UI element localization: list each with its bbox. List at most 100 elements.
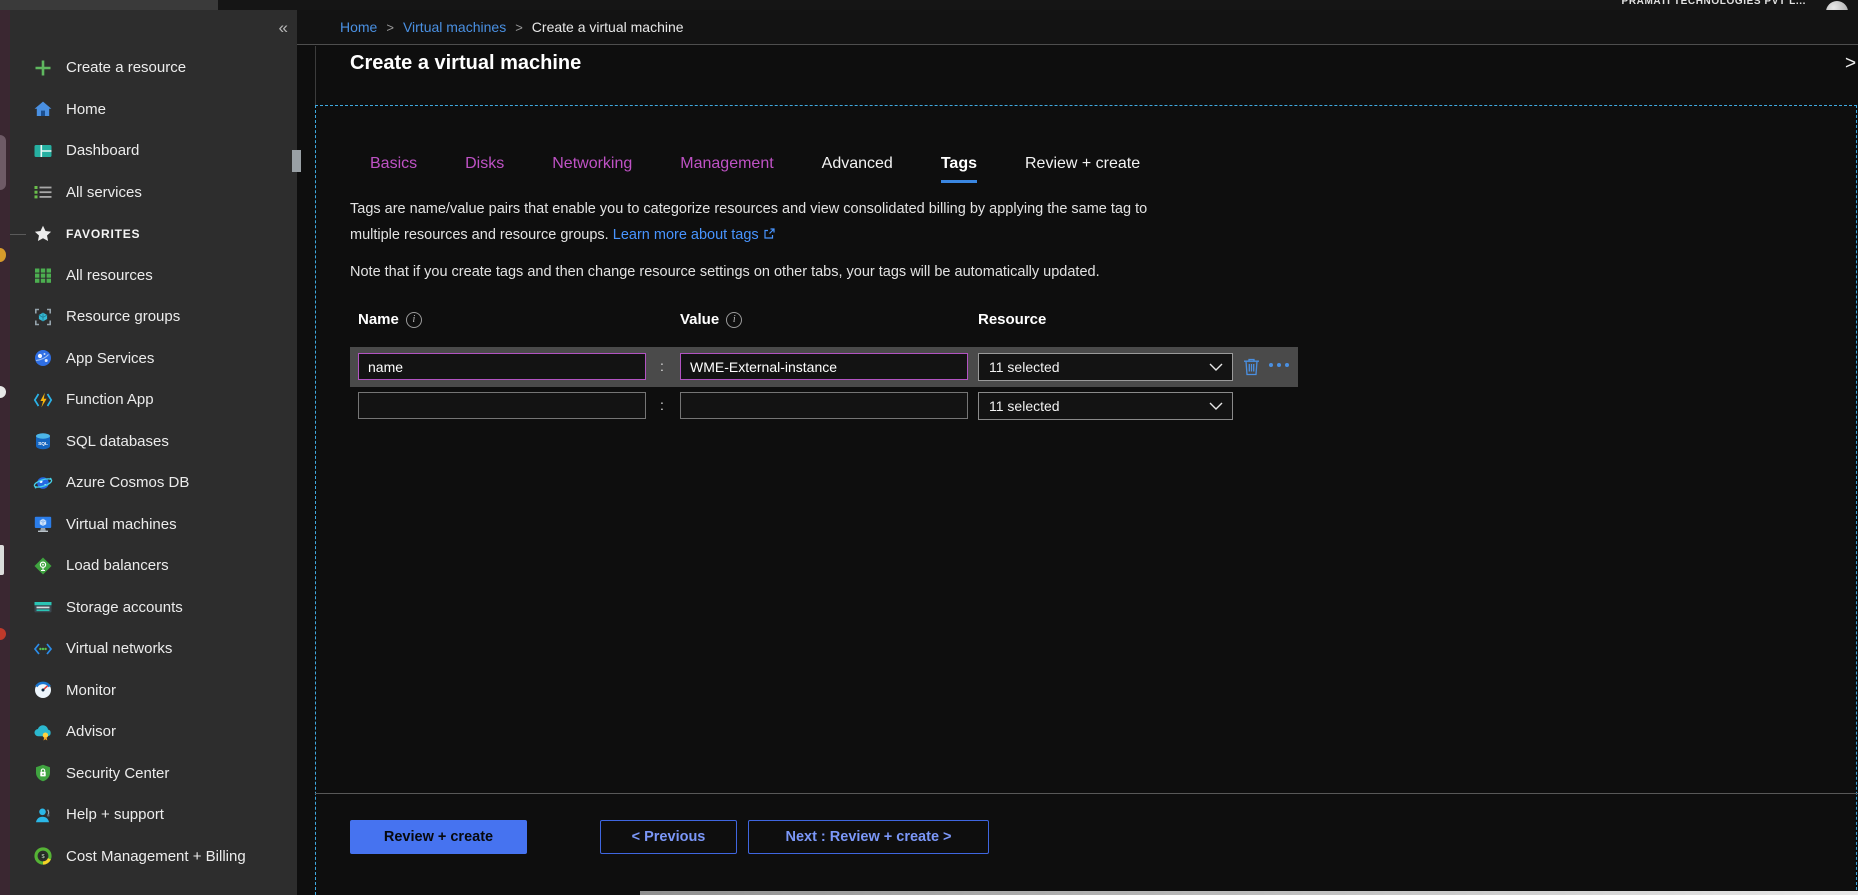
advisor-icon	[33, 722, 53, 742]
function-app-icon	[33, 390, 53, 410]
help-support-icon	[33, 805, 53, 825]
virtual-networks-icon	[33, 639, 53, 659]
tag-name-input[interactable]	[358, 353, 646, 380]
previous-button[interactable]: < Previous	[600, 820, 737, 854]
virtual-machines-icon	[33, 514, 53, 534]
desktop-edge-strip	[0, 10, 10, 895]
plus-icon	[33, 58, 53, 78]
chevron-down-icon	[1209, 402, 1223, 411]
tags-description: Tags are name/value pairs that enable yo…	[350, 196, 1160, 249]
breadcrumb: Home > Virtual machines > Create a virtu…	[297, 10, 1858, 45]
tab-networking[interactable]: Networking	[552, 155, 632, 183]
load-balancers-icon	[33, 556, 53, 576]
blade-edge-divider	[315, 46, 316, 105]
tags-note: Note that if you create tags and then ch…	[350, 264, 1100, 280]
dock-item	[0, 135, 6, 190]
sidebar-item-all-services[interactable]: All services	[10, 172, 297, 214]
tab-management[interactable]: Management	[680, 155, 773, 183]
sidebar-item-storage-accounts[interactable]: Storage accounts	[10, 587, 297, 629]
cosmos-db-icon	[33, 473, 53, 493]
tag-row: : 11 selected	[350, 347, 1298, 387]
sidebar-item-create-a-resource[interactable]: Create a resource	[10, 47, 297, 89]
footer-divider	[315, 793, 1858, 794]
tab-advanced[interactable]: Advanced	[822, 155, 893, 183]
sidebar-menu: Create a resource Home Dashboard All ser…	[10, 47, 297, 877]
tab-disks[interactable]: Disks	[465, 155, 504, 183]
sidebar-item-help-support[interactable]: Help + support	[10, 794, 297, 836]
tenant-name: PRAMATI TECHNOLOGIES PVT L...	[1622, 0, 1806, 7]
resource-groups-icon	[33, 307, 53, 327]
security-center-icon	[33, 763, 53, 783]
sidebar-item-load-balancers[interactable]: Load balancers	[10, 545, 297, 587]
sidebar-item-monitor[interactable]: Monitor	[10, 670, 297, 712]
sql-databases-icon: SQL	[33, 431, 53, 451]
home-icon	[33, 99, 53, 119]
breadcrumb-home[interactable]: Home	[340, 19, 377, 35]
sidebar-item-function-app[interactable]: Function App	[10, 379, 297, 421]
column-header-resource: Resource	[978, 311, 1046, 328]
sidebar-item-home[interactable]: Home	[10, 89, 297, 131]
sidebar-item-resource-groups[interactable]: Resource groups	[10, 296, 297, 338]
sidebar-collapse-button[interactable]: «	[279, 18, 288, 38]
tag-value-input[interactable]	[680, 392, 968, 419]
svg-text:SQL: SQL	[38, 441, 48, 447]
tab-tags[interactable]: Tags	[941, 155, 977, 183]
app-services-icon	[33, 348, 53, 368]
dock-item	[0, 628, 6, 640]
info-icon[interactable]: i	[406, 312, 422, 328]
sidebar-item-security-center[interactable]: Security Center	[10, 753, 297, 795]
all-resources-icon	[33, 265, 53, 285]
breadcrumb-virtual-machines[interactable]: Virtual machines	[403, 19, 506, 35]
more-options-icon[interactable]	[1269, 363, 1289, 367]
name-value-separator: :	[656, 397, 668, 413]
sidebar-item-cost-management-billing[interactable]: $ Cost Management + Billing	[10, 836, 297, 878]
name-value-separator: :	[656, 358, 668, 374]
resource-dropdown[interactable]: 11 selected	[978, 353, 1233, 381]
storage-accounts-icon	[33, 597, 53, 617]
chevron-down-icon	[1209, 363, 1223, 372]
breadcrumb-separator: >	[515, 20, 523, 35]
resource-dropdown[interactable]: 11 selected	[978, 392, 1233, 420]
dock-item	[0, 545, 4, 575]
dock-item	[0, 248, 6, 262]
sidebar: « Create a resource Home Dashboard All s…	[10, 10, 297, 895]
tag-value-input[interactable]	[680, 353, 968, 380]
sidebar-item-azure-cosmos-db[interactable]: Azure Cosmos DB	[10, 462, 297, 504]
all-services-icon	[33, 182, 53, 202]
breadcrumb-current: Create a virtual machine	[532, 19, 684, 35]
sidebar-item-sql-databases[interactable]: SQL SQL databases	[10, 421, 297, 463]
learn-more-link[interactable]: Learn more about tags	[613, 227, 775, 243]
tag-row: : 11 selected	[350, 387, 1298, 425]
sidebar-item-app-services[interactable]: App Services	[10, 338, 297, 380]
review-create-button[interactable]: Review + create	[350, 820, 527, 854]
column-header-name: Name i	[358, 311, 422, 328]
next-button[interactable]: Next : Review + create >	[748, 820, 989, 854]
sidebar-item-virtual-networks[interactable]: Virtual networks	[10, 628, 297, 670]
avatar[interactable]	[1826, 1, 1848, 10]
sidebar-item-all-resources[interactable]: All resources	[10, 255, 297, 297]
chevron-right-icon[interactable]: >	[1845, 53, 1856, 75]
breadcrumb-separator: >	[386, 20, 394, 35]
column-header-value: Value i	[680, 311, 742, 328]
sidebar-item-virtual-machines[interactable]: Virtual machines	[10, 504, 297, 546]
delete-row-icon[interactable]	[1243, 357, 1260, 381]
azure-portal-screen: PRAMATI TECHNOLOGIES PVT L... « Create a…	[0, 0, 1858, 895]
tag-name-input[interactable]	[358, 392, 646, 419]
sidebar-item-advisor[interactable]: Advisor	[10, 711, 297, 753]
sidebar-item-favorites: FAVORITES	[10, 213, 297, 255]
star-icon	[33, 224, 53, 244]
dashboard-icon	[33, 141, 53, 161]
browser-tab-remnant	[0, 0, 218, 10]
scrollbar-thumb[interactable]	[292, 150, 301, 172]
tab-basics[interactable]: Basics	[370, 155, 417, 183]
sidebar-item-dashboard[interactable]: Dashboard	[10, 130, 297, 172]
top-bar: PRAMATI TECHNOLOGIES PVT L...	[0, 0, 1858, 10]
dock-item	[0, 386, 6, 398]
tab-review-create[interactable]: Review + create	[1025, 155, 1140, 183]
info-icon[interactable]: i	[726, 312, 742, 328]
external-link-icon	[763, 223, 775, 249]
wizard-tabs: Basics Disks Networking Management Advan…	[350, 155, 1188, 183]
screen-bottom-edge	[640, 891, 1858, 895]
cost-management-icon: $	[33, 846, 53, 866]
monitor-icon	[33, 680, 53, 700]
